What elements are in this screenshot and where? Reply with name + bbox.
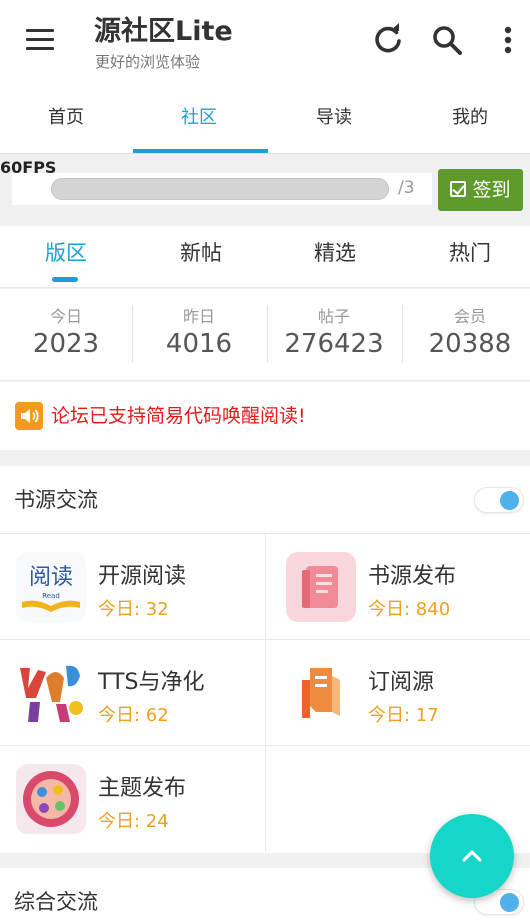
checkin-progress-bar <box>51 178 389 200</box>
section-header: 书源交流 <box>0 466 530 534</box>
forum-name: 开源阅读 <box>98 564 187 589</box>
speaker-icon <box>15 402 43 430</box>
subtab-boards-label: 版区 <box>45 241 87 265</box>
forum-item[interactable]: TTS与净化 今日: 62 <box>0 640 265 746</box>
stat-label: 帖子 <box>317 307 350 326</box>
toggle-knob <box>500 491 519 510</box>
forum-name: 订阅源 <box>368 670 435 695</box>
stat-label: 昨日 <box>182 307 215 326</box>
notice-banner[interactable]: 论坛已支持简易代码唤醒阅读! <box>0 382 530 450</box>
subtab-hot[interactable]: 热门 <box>404 226 530 286</box>
tab-community[interactable]: 社区 <box>133 80 265 154</box>
checkbox-icon <box>450 181 467 197</box>
hamburger-menu-icon[interactable] <box>18 22 62 58</box>
checkin-progress-container <box>12 173 432 205</box>
search-icon[interactable] <box>427 20 467 60</box>
subtab-boards[interactable]: 版区 <box>0 226 132 286</box>
section-collapse-toggle[interactable] <box>474 487 524 513</box>
more-vertical-icon[interactable] <box>488 20 528 60</box>
forum-today-count: 今日: 840 <box>368 599 451 620</box>
forum-name: 主题发布 <box>98 776 187 801</box>
forum-item[interactable]: 阅读 Read 开源阅读 今日: 32 <box>0 534 265 640</box>
tab-guide[interactable]: 导读 <box>268 80 400 154</box>
toggle-knob <box>500 893 519 912</box>
app-subtitle: 更好的浏览体验 <box>95 53 201 71</box>
checkin-row: 60FPS /3 签到 <box>0 155 530 225</box>
forum-name: 书源发布 <box>368 564 457 589</box>
signin-label: 签到 <box>472 179 511 201</box>
forum-stats: 今日 2023 昨日 4016 帖子 276423 会员 20388 <box>0 289 530 381</box>
active-tab-indicator <box>133 149 268 153</box>
subtab-featured[interactable]: 精选 <box>269 226 401 286</box>
divider <box>402 305 403 363</box>
stat-yesterday: 昨日 4016 <box>133 289 265 381</box>
refresh-icon[interactable] <box>368 20 408 60</box>
forum-today-count: 今日: 62 <box>98 705 169 726</box>
scroll-to-top-button[interactable] <box>430 814 514 898</box>
forum-today-count: 今日: 32 <box>98 599 169 620</box>
section-title: 综合交流 <box>14 890 98 914</box>
read-app-icon: 阅读 Read <box>16 552 86 622</box>
stat-value: 4016 <box>165 329 233 359</box>
forum-item[interactable]: 书源发布 今日: 840 <box>265 534 530 640</box>
forum-name: TTS与净化 <box>98 670 205 695</box>
book-publish-icon <box>286 552 356 622</box>
stat-value: 2023 <box>32 329 100 359</box>
svg-text:阅读: 阅读 <box>29 565 73 590</box>
app-bar: 源社区Lite 更好的浏览体验 <box>0 0 530 80</box>
svg-text:Read: Read <box>42 592 60 600</box>
forum-item[interactable]: 订阅源 今日: 17 <box>265 640 530 746</box>
stat-posts: 帖子 276423 <box>268 289 400 381</box>
stat-members: 会员 20388 <box>404 289 530 381</box>
forum-grid: 阅读 Read 开源阅读 今日: 32 书源发布 今日: 840 TTS与净化 … <box>0 534 530 853</box>
stat-label: 会员 <box>453 307 486 326</box>
stat-value: 276423 <box>284 329 384 359</box>
theme-palette-icon <box>16 764 86 834</box>
notice-text: 论坛已支持简易代码唤醒阅读! <box>51 405 306 427</box>
tab-mine[interactable]: 我的 <box>404 80 530 154</box>
subscription-icon <box>286 658 356 728</box>
sub-tab-bar: 版区 新帖 精选 热门 <box>0 226 530 288</box>
forum-item[interactable]: 主题发布 今日: 24 <box>0 746 265 852</box>
forum-today-count: 今日: 24 <box>98 811 169 832</box>
stat-today: 今日 2023 <box>0 289 132 381</box>
forum-today-count: 今日: 17 <box>368 705 439 726</box>
signin-button[interactable]: 签到 <box>438 169 523 211</box>
tts-letters-icon <box>16 658 86 728</box>
checkin-total: /3 <box>398 178 415 198</box>
stat-value: 20388 <box>428 329 512 359</box>
subtab-indicator <box>52 277 78 282</box>
app-screen: 源社区Lite 更好的浏览体验 首页 社区 导读 我的 60FPS /3 签到 <box>0 0 530 920</box>
top-tab-bar: 首页 社区 导读 我的 <box>0 80 530 154</box>
tab-home[interactable]: 首页 <box>0 80 132 154</box>
subtab-new-posts[interactable]: 新帖 <box>135 226 267 286</box>
chevron-up-icon <box>462 850 482 862</box>
section-title: 书源交流 <box>14 488 98 512</box>
fps-counter: 60FPS <box>0 158 57 177</box>
app-title: 源社区Lite <box>94 16 233 47</box>
stat-label: 今日 <box>49 307 82 326</box>
